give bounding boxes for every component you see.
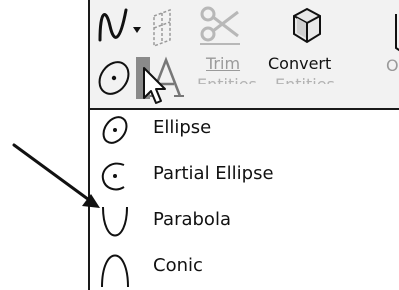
ellipse-flyout-menu: Ellipse Partial Ellipse Parabola Conic [88,108,399,290]
convert-entities-icon[interactable] [286,4,328,46]
menu-item-label: Parabola [153,209,231,230]
menu-item-partial-ellipse[interactable]: Partial Ellipse [90,156,399,194]
trim-entities-sublabel: Entities [197,76,257,84]
menu-item-parabola[interactable]: Parabola [90,202,399,240]
offset-entities-label[interactable]: O [386,57,399,75]
plane-icon[interactable] [148,6,178,48]
menu-item-conic[interactable]: Conic [90,248,399,287]
trim-entities-label[interactable]: Trim [206,55,240,73]
sketch-toolbar: Trim Entities Convert Entities O [88,0,399,108]
pointer-arrow [12,143,100,208]
menu-item-label: Conic [153,255,203,276]
offset-entities-icon[interactable] [390,12,399,52]
convert-entities-label[interactable]: Convert [268,55,331,73]
trim-icon[interactable] [198,4,242,48]
chevron-down-icon[interactable] [132,26,142,34]
mouse-cursor-icon [143,67,166,104]
menu-item-ellipse[interactable]: Ellipse [90,110,399,148]
menu-item-label: Ellipse [153,117,212,138]
convert-entities-sublabel: Entities [275,76,335,84]
conic-icon [101,254,129,287]
menu-item-label: Partial Ellipse [153,163,274,184]
